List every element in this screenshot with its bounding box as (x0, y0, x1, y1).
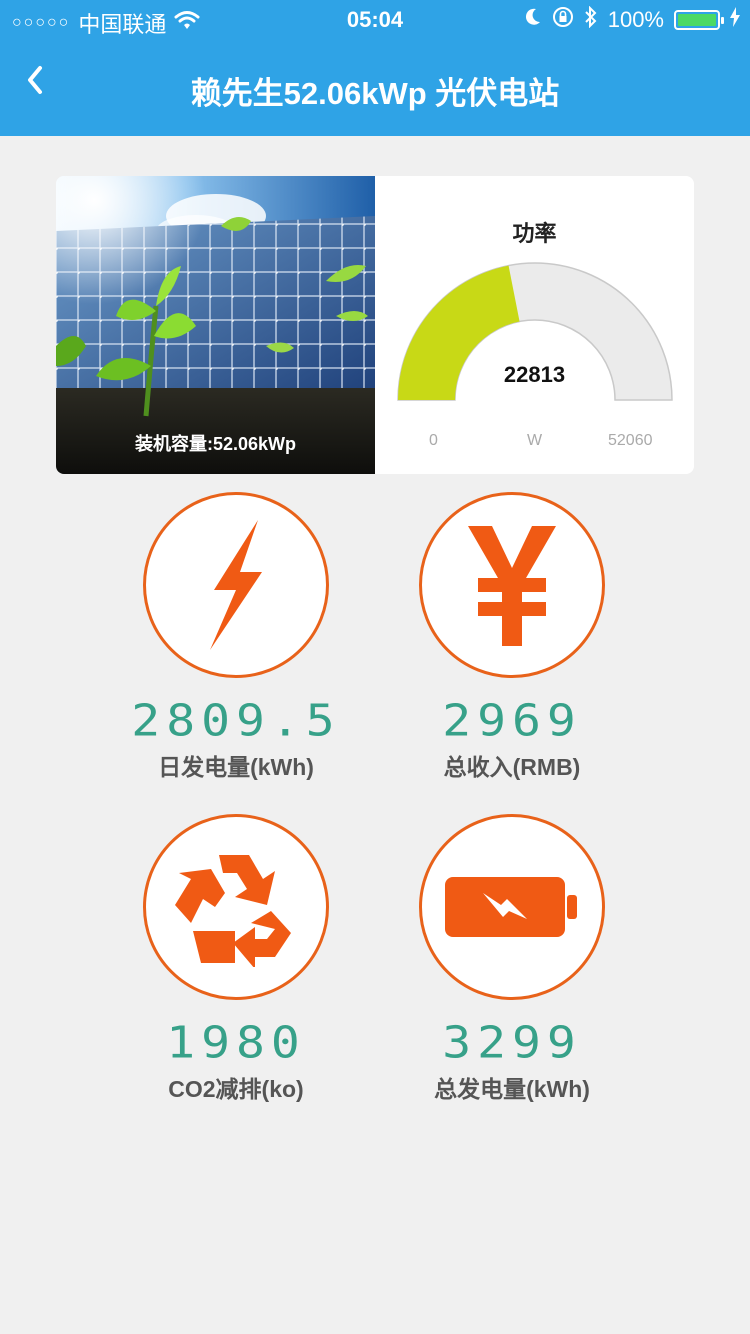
metric-label: CO2减排(ko) (168, 1076, 304, 1102)
bluetooth-icon (584, 5, 598, 34)
gauge-unit-label: W (527, 432, 543, 449)
rotation-lock-icon (552, 6, 574, 34)
metric-value: 1980 (166, 1017, 306, 1069)
nav-bar: 赖先生52.06kWp 光伏电站 (0, 40, 750, 136)
metric-value: 2969 (442, 695, 582, 747)
header-bar: ○○○○○ 中国联通 05:04 100% 赖先生52.06kWp 光伏电站 (0, 0, 750, 136)
metric-value: 2809.5 (131, 695, 341, 747)
solar-panel-image: 装机容量:52.06kWp (56, 176, 375, 474)
metric-label: 日发电量(kWh) (158, 754, 314, 780)
metric-daily-generation[interactable]: 2809.5 日发电量(kWh) (116, 492, 356, 782)
plant-summary-card: 装机容量:52.06kWp 功率 22813 0 W 52060 (56, 176, 694, 474)
metric-icon-circle (143, 492, 329, 678)
charging-bolt-icon (730, 7, 740, 33)
battery-charge-icon (445, 877, 577, 937)
metric-label: 总发电量(kWh) (434, 1076, 590, 1102)
power-gauge: 功率 22813 0 W 52060 (375, 176, 694, 474)
metric-label: 总收入(RMB) (443, 754, 581, 780)
metric-icon-circle (419, 814, 605, 1000)
gauge-min-label: 0 (429, 432, 438, 449)
metric-co2-reduction[interactable]: 1980 CO2减排(ko) (116, 814, 356, 1104)
metric-total-income[interactable]: 2969 总收入(RMB) (392, 492, 632, 782)
gauge-max-label: 52060 (608, 432, 653, 449)
status-right: 100% (524, 5, 740, 34)
battery-percent: 100% (607, 7, 664, 32)
metric-value: 3299 (442, 1017, 582, 1069)
metric-icon-circle (419, 492, 605, 678)
metric-total-generation[interactable]: 3299 总发电量(kWh) (392, 814, 632, 1104)
gauge-value: 22813 (503, 362, 566, 387)
lightning-icon (210, 520, 262, 650)
metric-icon-circle (143, 814, 329, 1000)
status-bar: ○○○○○ 中国联通 05:04 100% (0, 0, 750, 40)
battery-icon (674, 10, 724, 30)
recycle-icon (175, 855, 291, 967)
page-title: 赖先生52.06kWp 光伏电站 (190, 76, 560, 111)
installed-capacity: 装机容量:52.06kWp (134, 434, 297, 454)
yuan-icon (468, 526, 556, 646)
moon-icon (524, 7, 542, 33)
